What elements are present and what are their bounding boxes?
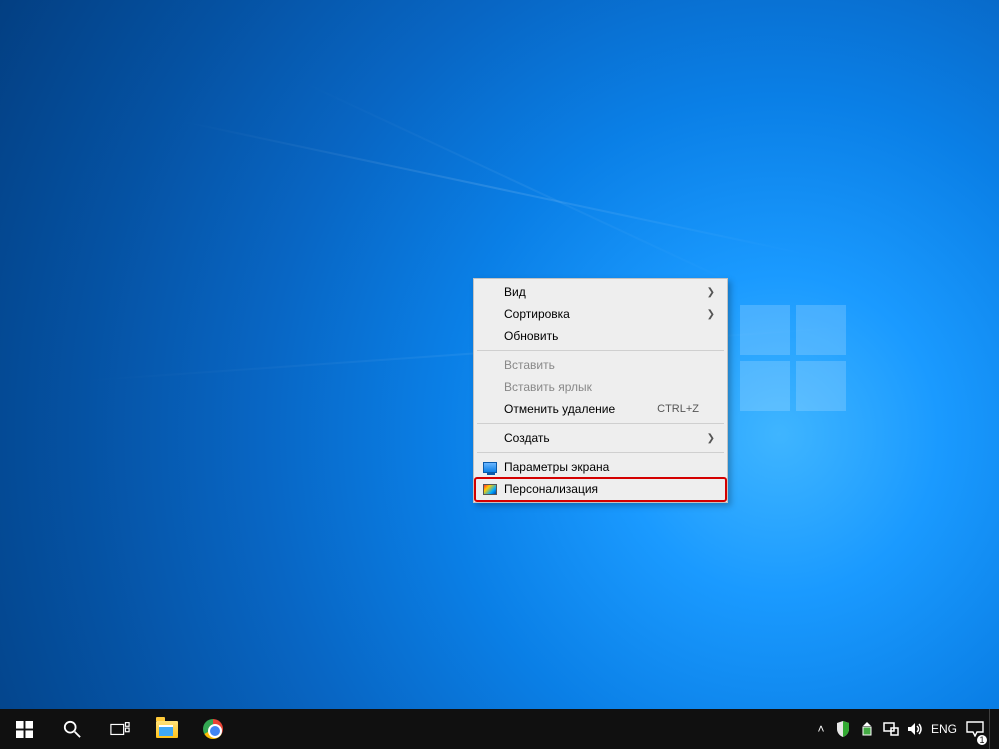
network-icon (883, 721, 899, 737)
file-explorer-button[interactable] (144, 709, 190, 749)
menu-item-shortcut: CTRL+Z (657, 403, 699, 415)
chrome-button[interactable] (190, 709, 236, 749)
menu-item-label: Вид (504, 285, 699, 299)
menu-item-label: Персонализация (504, 482, 699, 496)
taskbar-left (0, 709, 236, 749)
chrome-icon (203, 719, 223, 739)
language-label: ENG (931, 722, 957, 736)
menu-item-paste-shortcut: Вставить ярлык (476, 376, 725, 398)
menu-item-refresh[interactable]: Обновить (476, 325, 725, 347)
menu-item-sort[interactable]: Сортировка ❯ (476, 303, 725, 325)
menu-separator (477, 350, 724, 351)
chevron-up-icon: ˄ (817, 722, 824, 736)
search-button[interactable] (48, 709, 96, 749)
desktop[interactable]: Вид ❯ Сортировка ❯ Обновить Вставить Вст… (0, 0, 999, 749)
personalize-icon (482, 481, 498, 497)
menu-item-label: Отменить удаление (504, 402, 657, 416)
taskbar: ˄ (0, 709, 999, 749)
menu-item-label: Вставить (504, 358, 699, 372)
menu-item-label: Вставить ярлык (504, 380, 699, 394)
search-icon (63, 720, 81, 738)
light-streak (180, 120, 806, 255)
menu-item-personalize[interactable]: Персонализация (476, 478, 725, 500)
tray-security-icon[interactable] (831, 709, 855, 749)
menu-item-label: Создать (504, 431, 699, 445)
menu-item-new[interactable]: Создать ❯ (476, 427, 725, 449)
menu-separator (477, 452, 724, 453)
volume-icon (907, 721, 923, 737)
file-explorer-icon (156, 721, 178, 738)
menu-item-undo-delete[interactable]: Отменить удаление CTRL+Z (476, 398, 725, 420)
notification-badge: 1 (977, 735, 987, 745)
menu-item-label: Параметры экрана (504, 460, 699, 474)
shield-icon (836, 721, 850, 737)
start-button[interactable] (0, 709, 48, 749)
task-view-button[interactable] (96, 709, 144, 749)
language-indicator[interactable]: ENG (927, 709, 961, 749)
windows-logo-wallpaper (740, 305, 850, 415)
desktop-context-menu: Вид ❯ Сортировка ❯ Обновить Вставить Вст… (473, 278, 728, 503)
submenu-arrow-icon: ❯ (707, 309, 715, 320)
usb-eject-icon (860, 721, 874, 737)
tray-network-button[interactable] (879, 709, 903, 749)
menu-item-display-settings[interactable]: Параметры экрана (476, 456, 725, 478)
action-center-button[interactable]: 1 (961, 709, 989, 749)
menu-separator (477, 423, 724, 424)
tray-overflow-button[interactable]: ˄ (811, 709, 831, 749)
display-settings-icon (482, 459, 498, 475)
submenu-arrow-icon: ❯ (707, 287, 715, 298)
menu-item-paste: Вставить (476, 354, 725, 376)
light-streak (300, 80, 754, 293)
submenu-arrow-icon: ❯ (707, 433, 715, 444)
tray-safely-remove-icon[interactable] (855, 709, 879, 749)
menu-item-label: Сортировка (504, 307, 699, 321)
tray-volume-button[interactable] (903, 709, 927, 749)
taskbar-right: ˄ (811, 709, 999, 749)
start-icon (16, 721, 33, 738)
menu-item-label: Обновить (504, 329, 699, 343)
task-view-icon (110, 721, 130, 737)
show-desktop-button[interactable] (989, 709, 995, 749)
menu-item-view[interactable]: Вид ❯ (476, 281, 725, 303)
